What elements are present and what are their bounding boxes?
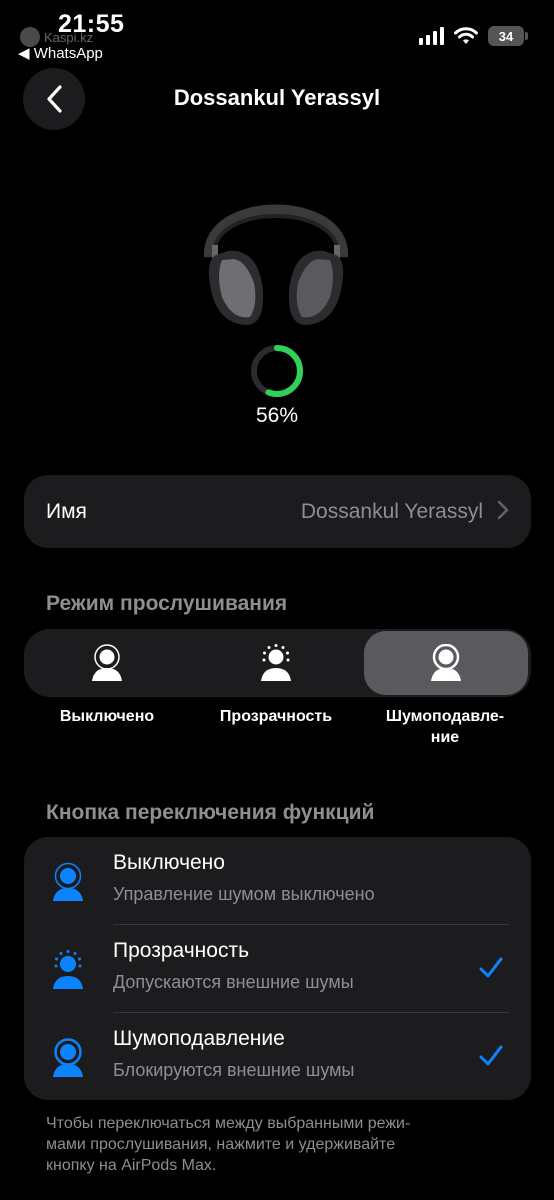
option-subtitle: Блокируются внешние шумы	[113, 1060, 355, 1080]
battery-indicator: 34	[488, 26, 528, 46]
cellular-signal-icon	[419, 27, 444, 45]
option-subtitle: Управление шумом выключено	[113, 884, 375, 904]
toggle-button-heading: Кнопка переключения функций	[46, 801, 375, 824]
footer-note: Чтобы переключаться между выбранными реж…	[46, 1113, 506, 1176]
page-title: Dossankul Yerassyl	[173, 85, 381, 110]
listening-mode-segmented-control	[24, 629, 531, 697]
wifi-icon	[454, 27, 478, 44]
name-label: Имя	[46, 499, 87, 523]
person-noise-cancel-icon	[53, 1038, 83, 1077]
checkmark-icon	[479, 957, 503, 978]
toggle-option-noise-cancel[interactable]: Шумоподавление Блокируются внешние шумы	[24, 1013, 531, 1101]
listening-mode-heading: Режим прослушивания	[46, 592, 288, 615]
person-noise-cancel-icon[interactable]	[428, 644, 464, 682]
segment-label-off[interactable]: Выключено	[44, 706, 170, 727]
person-transparency-icon	[53, 950, 83, 989]
name-value: Dossankul Yerassyl	[300, 499, 483, 523]
footer-line: мами прослушивания, нажмите и удерживайт…	[46, 1136, 396, 1153]
chevron-right-icon	[497, 500, 509, 520]
person-transparency-icon[interactable]	[258, 644, 294, 682]
option-title: Шумоподавление	[113, 1027, 285, 1050]
toggle-option-off[interactable]: Выключено Управление шумом выключено	[24, 837, 531, 925]
option-title: Выключено	[113, 851, 225, 874]
battery-ring	[251, 345, 303, 397]
checkmark-icon	[479, 1045, 503, 1066]
option-title: Прозрачность	[113, 939, 250, 962]
segment-label-line1: Шумоподавле-	[385, 708, 505, 725]
toggle-options-list: Выключено Управление шумом выключено Про…	[24, 837, 531, 1100]
footer-line: кнопку на AirPods Max.	[46, 1157, 217, 1174]
segment-label-transparency[interactable]: Прозрачность	[206, 706, 346, 727]
person-off-icon	[53, 862, 83, 901]
segment-label-noise-cancel[interactable]: Шумоподавле- ние	[370, 706, 520, 748]
segment-label-line2: ние	[430, 729, 460, 746]
option-subtitle: Допускаются внешние шумы	[113, 972, 354, 992]
battery-percent: 56%	[255, 404, 299, 427]
name-row[interactable]: Имя Dossankul Yerassyl	[24, 475, 531, 548]
toggle-option-transparency[interactable]: Прозрачность Допускаются внешние шумы	[24, 925, 531, 1013]
status-icons: 34	[419, 26, 528, 46]
footer-line: Чтобы переключаться между выбранными реж…	[46, 1115, 411, 1132]
back-to-app-link[interactable]: ◀ WhatsApp	[18, 44, 103, 62]
status-time: 21:55	[58, 10, 125, 38]
airpods-max-image	[204, 204, 348, 325]
person-off-icon[interactable]	[89, 644, 125, 682]
